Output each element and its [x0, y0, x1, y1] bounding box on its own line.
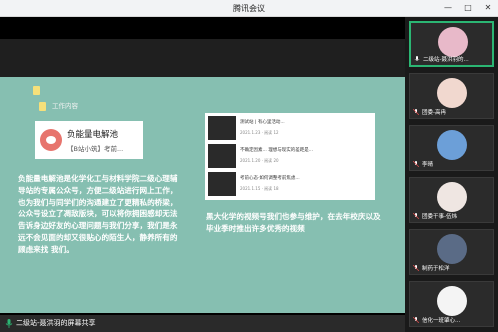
microphone-muted-icon: [413, 109, 419, 115]
participant-tile[interactable]: 团委-高冉: [409, 73, 494, 119]
participant-name: 信化一班肇心...: [422, 318, 461, 324]
meeting-window: 腾讯会议 — □ ✕ 工作内容 负能量电解池 【B站小筑】考前... 负能量电解…: [0, 0, 498, 332]
microphone-icon[interactable]: [5, 319, 13, 328]
avatar: [437, 234, 467, 264]
participant-name: 团委-高冉: [422, 110, 446, 116]
participant-tile[interactable]: 二级站-聂洪羽的...: [409, 21, 494, 67]
participant-tile[interactable]: 李晴: [409, 125, 494, 171]
account-subtitle: 【B站小筑】考前...: [67, 145, 124, 153]
video-feed-card: 测试站 | 有心里活动... 2021.1.23 · 阅读 12 不确定因素..…: [205, 113, 375, 200]
participant-name: 制药于松洋: [422, 266, 450, 272]
presentation-slide: 工作内容 负能量电解池 【B站小筑】考前... 负能量电解池是化学化工与材料学院…: [0, 77, 405, 313]
feed-item: 不确定因素... 理想与现实的差距是... 2021.1.20 · 阅读 20: [208, 144, 372, 168]
shared-top-strip: [0, 39, 405, 77]
participant-name: 李晴: [422, 162, 434, 168]
account-card: 负能量电解池 【B站小筑】考前...: [35, 121, 143, 159]
feed-meta: 2021.1.15 · 阅读 18: [240, 186, 279, 191]
avatar: [437, 286, 467, 316]
microphone-muted-icon: [413, 265, 419, 271]
avatar: [437, 130, 467, 160]
note-icon: [33, 86, 40, 95]
left-paragraph: 负能量电解池是化学化工与材料学院二级心理辅导站的专属公众号，方便二级站进行网上工…: [18, 174, 178, 254]
right-paragraph: 黑大化学的视频号我们也参与维护，在去年校庆以及毕业季时推出许多优秀的视频: [206, 212, 381, 233]
feed-item: 考前心态·如何调整考前焦虑... 2021.1.15 · 阅读 18: [208, 172, 372, 196]
maximize-button[interactable]: □: [462, 2, 474, 14]
feed-thumbnail: [208, 116, 236, 140]
feed-meta: 2021.1.23 · 阅读 12: [240, 130, 279, 135]
feed-meta: 2021.1.20 · 阅读 20: [240, 158, 279, 163]
feed-title: 不确定因素... 理想与现实的差距是...: [240, 148, 314, 153]
microphone-muted-icon: [413, 213, 419, 219]
feed-thumbnail: [208, 172, 236, 196]
avatar: [437, 78, 467, 108]
minimize-button[interactable]: —: [442, 2, 454, 14]
feed-title: 考前心态·如何调整考前焦虑...: [240, 176, 300, 181]
account-title: 负能量电解池: [67, 130, 119, 140]
participant-tile[interactable]: 团委干事-伍炜: [409, 177, 494, 223]
feed-title: 测试站 | 有心里活动...: [240, 120, 285, 125]
feed-item: 测试站 | 有心里活动... 2021.1.23 · 阅读 12: [208, 116, 372, 140]
feed-thumbnail: [208, 144, 236, 168]
microphone-muted-icon: [413, 317, 419, 323]
note-icon: [39, 102, 46, 111]
presenter-label: 二级站-聂洪羽的屏幕共享: [16, 319, 96, 327]
title-bar: 腾讯会议 — □ ✕: [0, 0, 498, 17]
participant-tile[interactable]: 信化一班肇心...: [409, 281, 494, 327]
microphone-muted-icon: [413, 161, 419, 167]
participant-name: 团委干事-伍炜: [422, 214, 457, 220]
work-content-label: 工作内容: [52, 102, 78, 110]
avatar: [437, 182, 467, 212]
close-button[interactable]: ✕: [482, 2, 494, 14]
microphone-icon: [414, 56, 420, 61]
brain-logo-icon: [40, 129, 62, 151]
window-title: 腾讯会议: [233, 4, 265, 13]
window-controls: — □ ✕: [442, 2, 494, 14]
shared-screen: 工作内容 负能量电解池 【B站小筑】考前... 负能量电解池是化学化工与材料学院…: [0, 17, 405, 315]
screen-share-bar: 二级站-聂洪羽的屏幕共享: [0, 315, 405, 332]
participant-panel[interactable]: 二级站-聂洪羽的... 团委-高冉 李晴 团委干事-伍炜 制药于松洋 信化一班肇…: [405, 17, 498, 332]
avatar: [438, 27, 468, 57]
participant-name: 二级站-聂洪羽的...: [423, 57, 469, 63]
participant-tile[interactable]: 制药于松洋: [409, 229, 494, 275]
